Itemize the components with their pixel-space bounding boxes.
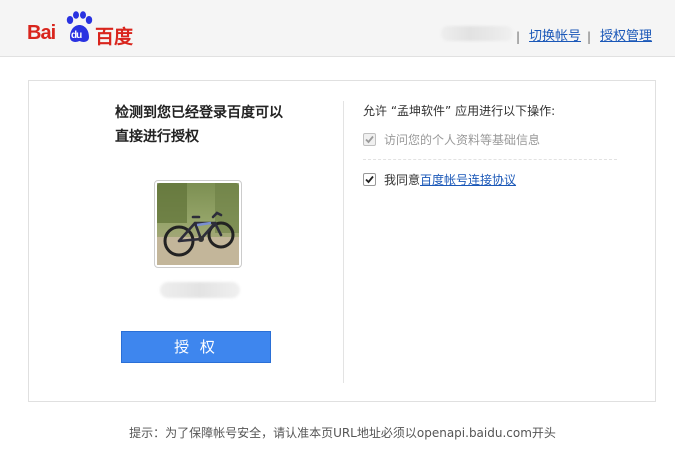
blurred-username xyxy=(441,26,513,41)
authorization-panel: 检测到您已经登录百度可以直接进行授权 授 权 允许 “孟坤软件” 应用进行以下操… xyxy=(28,80,656,402)
nav-separator: | xyxy=(516,30,521,44)
auth-manage-link[interactable]: 授权管理 xyxy=(600,29,652,45)
basic-info-label: 访问您的个人资料等基础信息 xyxy=(384,133,541,147)
switch-account-link[interactable]: 切换帐号 xyxy=(529,29,581,45)
blurred-nickname xyxy=(160,282,240,298)
logo-text-bai: Bai xyxy=(27,22,56,44)
baidu-logo[interactable]: Bai du 百度 xyxy=(27,10,137,50)
agreement-label: 我同意 xyxy=(384,173,421,187)
security-tip: 提示：为了保障帐号安全，请认准本页URL地址必须以openapi.baidu.c… xyxy=(129,426,556,440)
agreement-checkbox[interactable] xyxy=(363,173,376,186)
checkmark-icon xyxy=(365,175,374,184)
agreement-link[interactable]: 百度帐号连接协议 xyxy=(420,173,516,187)
nav-separator: | xyxy=(587,30,592,44)
dashed-separator xyxy=(363,159,617,160)
top-header-bar: Bai du 百度 | 切换帐号 | 授权管理 xyxy=(0,0,675,57)
login-detected-title: 检测到您已经登录百度可以直接进行授权 xyxy=(115,105,283,145)
permission-agreement: 我同意百度帐号连接协议 xyxy=(363,172,516,188)
basic-info-checkbox xyxy=(363,133,376,146)
avatar xyxy=(154,180,242,268)
checkmark-icon xyxy=(365,135,374,144)
vertical-divider xyxy=(343,101,344,383)
bicycle-photo xyxy=(157,183,239,265)
logo-text-chinese: 百度 xyxy=(95,26,134,48)
logo-text-du: du xyxy=(71,30,82,41)
authorize-button[interactable]: 授 权 xyxy=(121,331,271,363)
permissions-heading: 允许 “孟坤软件” 应用进行以下操作: xyxy=(363,104,556,118)
permission-basic-info: 访问您的个人资料等基础信息 xyxy=(363,132,540,148)
